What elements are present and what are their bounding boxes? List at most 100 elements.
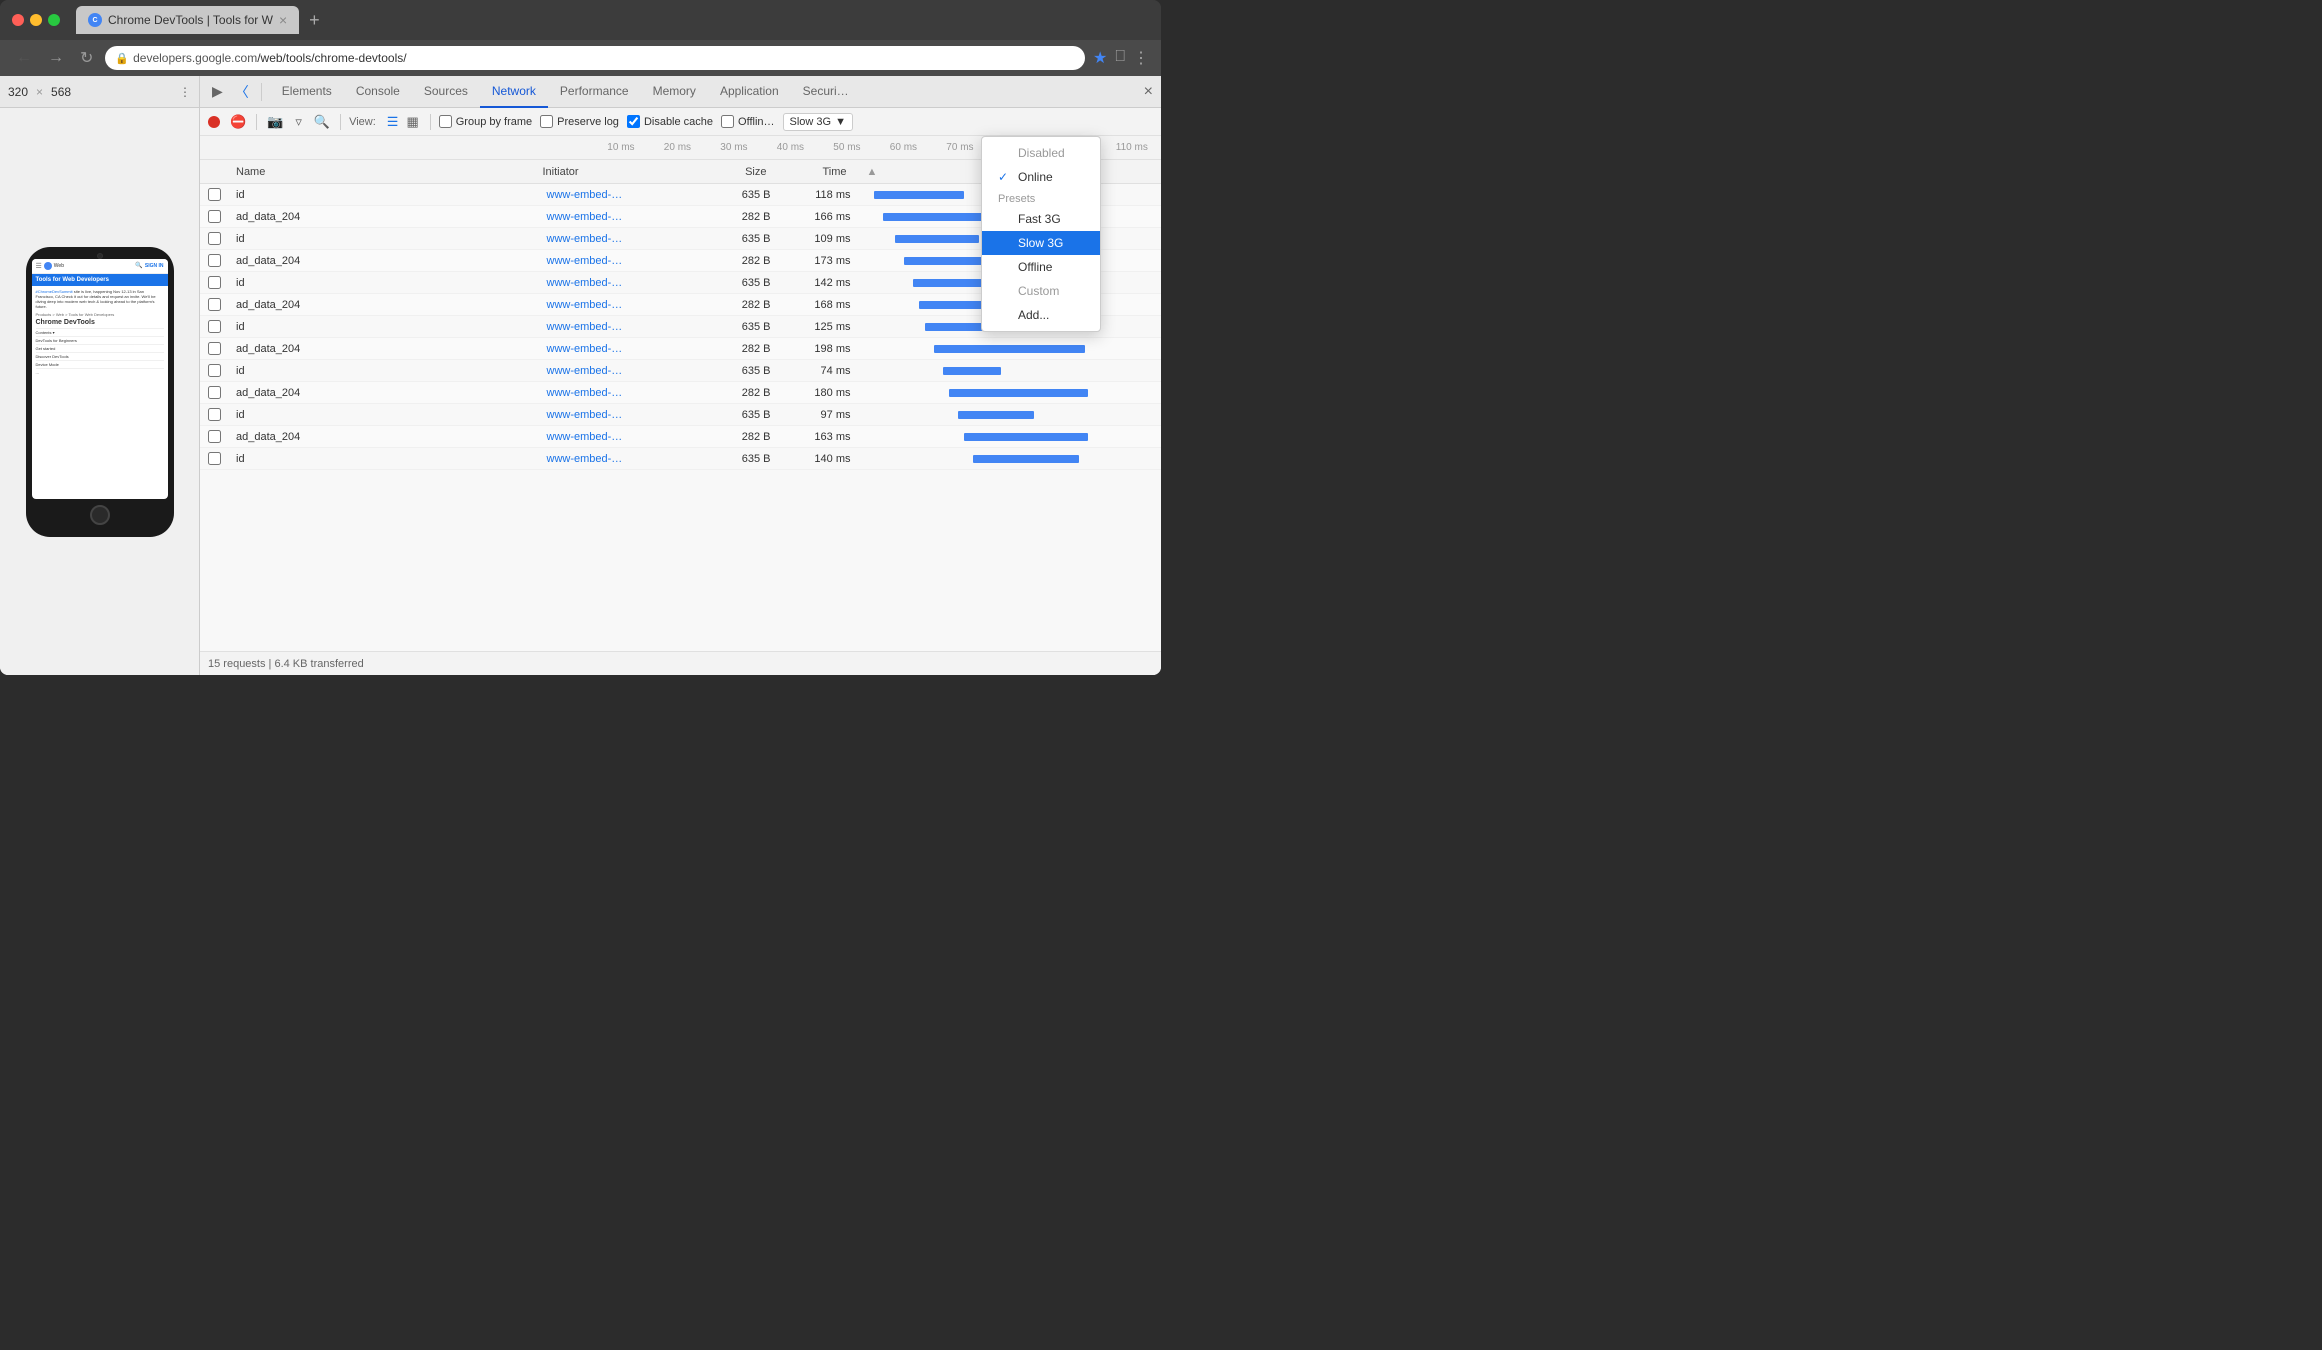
table-row[interactable]: id www-embed-… 635 B 74 ms bbox=[200, 360, 1161, 382]
row-check-3[interactable] bbox=[208, 254, 221, 267]
main-content: 320 × 568 ⋮ ☰ Web 🔍 SIGN IN bbox=[0, 76, 1161, 675]
header-initiator-col[interactable]: Initiator bbox=[535, 166, 695, 178]
tab-console[interactable]: Console bbox=[344, 76, 412, 108]
cast-icon[interactable]: ⎕ bbox=[1115, 48, 1125, 68]
throttle-option-custom[interactable]: Custom bbox=[982, 279, 1100, 303]
camera-button[interactable]: 📷 bbox=[265, 112, 285, 132]
table-row[interactable]: id www-embed-… 635 B 97 ms bbox=[200, 404, 1161, 426]
forward-button[interactable]: → bbox=[44, 47, 68, 69]
header-name-col[interactable]: Name bbox=[228, 166, 535, 178]
throttle-option-add[interactable]: Add... bbox=[982, 303, 1100, 327]
devtools-inspect-icon[interactable]: ▶ bbox=[208, 81, 227, 102]
menu-icon[interactable]: ⋮ bbox=[1133, 48, 1149, 68]
throttle-dropdown-trigger[interactable]: Slow 3G ▼ bbox=[783, 113, 853, 131]
throttle-option-offline[interactable]: Offline bbox=[982, 255, 1100, 279]
row-checkbox-5[interactable] bbox=[200, 298, 228, 311]
active-tab[interactable]: C Chrome DevTools | Tools for W × bbox=[76, 6, 299, 34]
row-checkbox-3[interactable] bbox=[200, 254, 228, 267]
tab-network[interactable]: Network bbox=[480, 76, 548, 108]
row-checkbox-1[interactable] bbox=[200, 210, 228, 223]
preserve-log-input[interactable] bbox=[540, 115, 553, 128]
table-row[interactable]: ad_data_204 www-embed-… 282 B 163 ms bbox=[200, 426, 1161, 448]
tab-close-button[interactable]: × bbox=[279, 12, 287, 28]
row-check-6[interactable] bbox=[208, 320, 221, 333]
row-check-12[interactable] bbox=[208, 452, 221, 465]
phone-site-name: Web bbox=[54, 263, 64, 269]
disable-cache-checkbox[interactable]: Disable cache bbox=[627, 115, 713, 128]
disable-cache-input[interactable] bbox=[627, 115, 640, 128]
row-name-5: ad_data_204 bbox=[228, 299, 539, 311]
table-row[interactable]: ad_data_204 www-embed-… 282 B 180 ms bbox=[200, 382, 1161, 404]
row-check-10[interactable] bbox=[208, 408, 221, 421]
row-initiator-6: www-embed-… bbox=[539, 321, 699, 333]
bookmark-star-icon[interactable]: ★ bbox=[1093, 48, 1107, 68]
row-check-2[interactable] bbox=[208, 232, 221, 245]
back-button[interactable]: ← bbox=[12, 47, 36, 69]
row-check-5[interactable] bbox=[208, 298, 221, 311]
row-checkbox-6[interactable] bbox=[200, 320, 228, 333]
row-check-11[interactable] bbox=[208, 430, 221, 443]
row-checkbox-9[interactable] bbox=[200, 386, 228, 399]
clear-button[interactable]: ⛔ bbox=[228, 112, 248, 132]
row-checkbox-0[interactable] bbox=[200, 188, 228, 201]
row-name-3: ad_data_204 bbox=[228, 255, 539, 267]
filter-button[interactable]: ▿ bbox=[293, 112, 304, 132]
offline-checkbox[interactable]: Offlin… bbox=[721, 115, 774, 128]
search-button[interactable]: 🔍 bbox=[312, 112, 332, 132]
header-size-col[interactable]: Size bbox=[695, 166, 775, 178]
tab-label: Chrome DevTools | Tools for W bbox=[108, 13, 273, 27]
tab-sources[interactable]: Sources bbox=[412, 76, 480, 108]
maximize-traffic-light[interactable] bbox=[48, 14, 60, 26]
record-button[interactable] bbox=[208, 116, 220, 128]
row-check-0[interactable] bbox=[208, 188, 221, 201]
table-row[interactable]: id www-embed-… 635 B 140 ms bbox=[200, 448, 1161, 470]
row-checkbox-12[interactable] bbox=[200, 452, 228, 465]
row-size-1: 282 B bbox=[699, 211, 779, 223]
row-check-4[interactable] bbox=[208, 276, 221, 289]
row-check-8[interactable] bbox=[208, 364, 221, 377]
throttle-option-online[interactable]: ✓ Online bbox=[982, 165, 1100, 189]
row-check-1[interactable] bbox=[208, 210, 221, 223]
header-time-col[interactable]: Time bbox=[775, 166, 855, 178]
tab-security[interactable]: Securi… bbox=[791, 76, 861, 108]
row-checkbox-2[interactable] bbox=[200, 232, 228, 245]
throttle-option-disabled[interactable]: Disabled bbox=[982, 141, 1100, 165]
devtools-header: ▶ 〈 Elements Console Sources Network Per… bbox=[200, 76, 1161, 108]
row-check-9[interactable] bbox=[208, 386, 221, 399]
group-by-frame-checkbox[interactable]: Group by frame bbox=[439, 115, 532, 128]
device-more-button[interactable]: ⋮ bbox=[179, 85, 191, 99]
close-traffic-light[interactable] bbox=[12, 14, 24, 26]
row-checkbox-10[interactable] bbox=[200, 408, 228, 421]
throttle-option-slow3g[interactable]: Slow 3G bbox=[982, 231, 1100, 255]
address-bar[interactable]: 🔒 developers.google.com/web/tools/chrome… bbox=[105, 46, 1085, 70]
new-tab-button[interactable]: + bbox=[303, 10, 326, 31]
tab-favicon: C bbox=[88, 13, 102, 27]
devtools-close-button[interactable]: × bbox=[1144, 83, 1153, 101]
row-checkbox-11[interactable] bbox=[200, 430, 228, 443]
traffic-lights bbox=[12, 14, 60, 26]
throttle-option-fast3g[interactable]: Fast 3G bbox=[982, 207, 1100, 231]
row-checkbox-4[interactable] bbox=[200, 276, 228, 289]
row-check-7[interactable] bbox=[208, 342, 221, 355]
tab-application[interactable]: Application bbox=[708, 76, 791, 108]
tab-memory[interactable]: Memory bbox=[641, 76, 708, 108]
table-row[interactable]: ad_data_204 www-embed-… 282 B 198 ms bbox=[200, 338, 1161, 360]
row-time-3: 173 ms bbox=[779, 255, 859, 267]
reload-button[interactable]: ↻ bbox=[76, 46, 97, 70]
list-view-button[interactable]: ☰ bbox=[384, 112, 402, 132]
preserve-log-label: Preserve log bbox=[557, 116, 619, 128]
devtools-device-icon[interactable]: 〈 bbox=[231, 80, 253, 104]
tab-performance[interactable]: Performance bbox=[548, 76, 641, 108]
offline-input[interactable] bbox=[721, 115, 734, 128]
preserve-log-checkbox[interactable]: Preserve log bbox=[540, 115, 619, 128]
row-checkbox-8[interactable] bbox=[200, 364, 228, 377]
row-name-12: id bbox=[228, 453, 539, 465]
row-checkbox-7[interactable] bbox=[200, 342, 228, 355]
throttle-chevron-icon: ▼ bbox=[835, 116, 846, 128]
minimize-traffic-light[interactable] bbox=[30, 14, 42, 26]
phone-home-button bbox=[90, 505, 110, 525]
waterfall-view-button[interactable]: ▦ bbox=[403, 112, 421, 132]
row-name-9: ad_data_204 bbox=[228, 387, 539, 399]
group-by-frame-input[interactable] bbox=[439, 115, 452, 128]
tab-elements[interactable]: Elements bbox=[270, 76, 344, 108]
